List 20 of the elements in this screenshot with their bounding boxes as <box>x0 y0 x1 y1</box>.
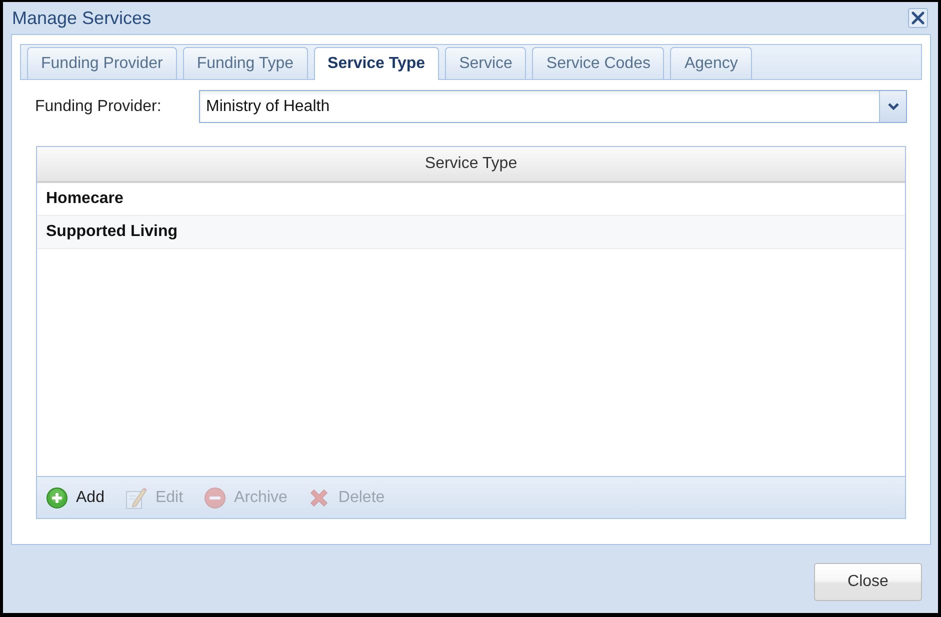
edit-icon <box>125 486 148 508</box>
chevron-down-icon <box>888 103 898 110</box>
window-title: Manage Services <box>12 8 152 28</box>
tab[interactable]: Service Codes <box>532 47 664 79</box>
tab[interactable]: Agency <box>670 47 752 79</box>
table-cell[interactable]: Supported Living <box>37 216 905 249</box>
field-label: Funding Provider: <box>35 98 162 116</box>
minus-icon <box>204 486 226 508</box>
column-header[interactable]: Service Type <box>37 147 905 183</box>
add-button[interactable]: Add <box>46 486 104 508</box>
dropdown-button[interactable] <box>879 91 906 122</box>
close-button[interactable]: Close <box>814 563 922 601</box>
tab[interactable]: Service Type <box>314 47 440 80</box>
dropdown-field[interactable]: Ministry of Health <box>199 90 907 123</box>
delete-icon <box>308 486 330 508</box>
add-icon <box>46 486 68 508</box>
tab[interactable]: Funding Provider <box>27 47 177 79</box>
tab[interactable]: Service <box>445 47 526 79</box>
close-icon[interactable] <box>908 8 928 28</box>
tab[interactable]: Funding Type <box>182 47 308 79</box>
